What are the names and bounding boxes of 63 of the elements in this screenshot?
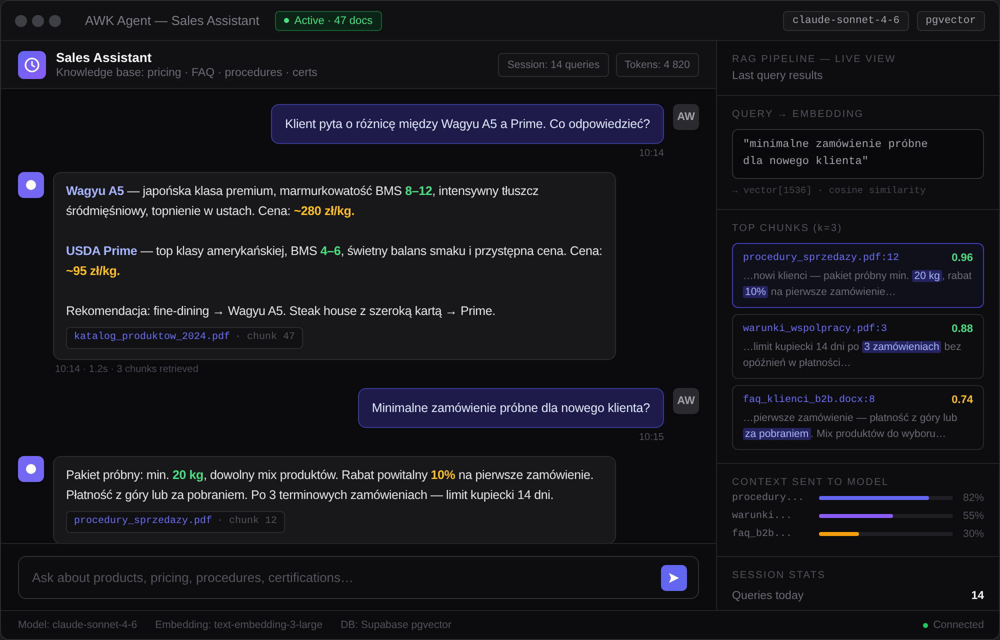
context-percent: 30% xyxy=(962,528,984,540)
assistant-avatar-icon xyxy=(18,456,44,482)
clock-icon xyxy=(18,50,46,78)
send-icon xyxy=(668,572,680,584)
context-percent: 82% xyxy=(962,492,984,504)
chunk-snippet: …nowi klienci — pakiet próbny min. 20 kg , rabat 10% na pierwsze zamówienie… xyxy=(743,269,973,300)
section-heading: SESSION STATS xyxy=(732,569,827,582)
stat-value: 14 xyxy=(971,590,984,602)
session-stat: Session: 14 queries xyxy=(498,52,609,76)
chunk-snippet: …pierwsze zamówienie — płatność z góry lub za pobraniem . Mix produktów do wyboru… xyxy=(743,411,958,442)
message-text: Wagyu A5 — japońska klasa premium, marmurkowatość BMS 8–12, intensywny tłuszcz śródmięśniowy, topnienie w ustach. Cena: ~280 zł/kg. xyxy=(66,183,540,220)
status-label: Active · 47 docs xyxy=(294,14,373,26)
embedding-info: → vector[1536] · cosine similarity xyxy=(732,185,927,196)
chunk-card[interactable]: warunki_wspolpracy.pdf:3 0.88 …limit kupiecki 14 dni po 3 zamówieniach bez opóźnień w płatności… xyxy=(732,314,984,379)
user-avatar: AW xyxy=(673,388,699,414)
connection-status: Connected xyxy=(933,619,984,631)
header-tag: claude-sonnet-4-6 xyxy=(783,10,909,30)
assistant-avatar-icon xyxy=(18,172,44,198)
status-dot-icon xyxy=(284,18,290,23)
chat-title: Sales Assistant xyxy=(56,50,153,65)
window-control-icon[interactable] xyxy=(15,14,27,26)
section-heading: QUERY → EMBEDDING xyxy=(732,108,865,121)
context-label: faq_b2b... xyxy=(732,528,794,540)
window-control-icon[interactable] xyxy=(32,14,44,26)
chunk-source: warunki_wspolpracy.pdf:3 xyxy=(743,324,888,334)
chunk-source: procedury_sprzedazy.pdf:12 xyxy=(743,252,900,264)
chat-subtitle: Knowledge base: pricing · FAQ · procedures · certs xyxy=(56,67,318,79)
source-chip[interactable]: procedury_sprzedazy.pdf · chunk 12 xyxy=(66,511,286,533)
section-heading: CONTEXT SENT TO MODEL xyxy=(732,476,890,489)
query-text: "minimalne zamówienie próbne dla nowego klienta" xyxy=(732,129,984,179)
context-percent: 55% xyxy=(962,510,984,522)
similarity-score: 0.96 xyxy=(952,252,973,264)
window-title: AWK Agent — Sales Assistant xyxy=(85,13,260,28)
session-stat: Tokens: 4 820 xyxy=(616,52,699,76)
source-chip[interactable]: katalog_produktow_2024.pdf · chunk 47 xyxy=(66,327,304,349)
message-text: USDA Prime — top klasy amerykańskiej, BMS 4–6, świetny balans smaku i przystępna cena. Cena: ~95 zł/kg. xyxy=(66,243,603,280)
similarity-score: 0.74 xyxy=(952,394,973,406)
user-message: Klient pyta o różnicę między Wagyu A5 a Prime. Co odpowiedzieć? xyxy=(271,104,664,144)
chunk-source: faq_klienci_b2b.docx:8 xyxy=(743,394,876,406)
user-avatar: AW xyxy=(673,104,699,130)
similarity-score: 0.88 xyxy=(952,323,973,335)
send-button[interactable] xyxy=(661,565,687,591)
context-label: procedury... xyxy=(732,492,806,504)
user-message: Minimalne zamówienie próbne dla nowego klienta? xyxy=(358,388,664,428)
message-time: 10:15 xyxy=(638,432,664,444)
status-item: Model: claude-sonnet-4-6 xyxy=(18,619,138,631)
section-heading: RAG PIPELINE — LIVE VIEW xyxy=(732,53,897,66)
section-heading: TOP CHUNKS (k=3) xyxy=(732,222,844,235)
chunk-card[interactable]: procedury_sprzedazy.pdf:12 0.96 …nowi klienci — pakiet próbny min. 20 kg , rabat 10% na pierwsze zamówienie… xyxy=(732,243,984,308)
message-meta: 10:14 · 1.2s · 3 chunks retrieved xyxy=(54,364,200,376)
chat-input-field[interactable]: Ask about products, pricing, procedures, certifications… xyxy=(18,556,699,599)
header-tag: pgvector xyxy=(916,10,985,30)
status-item: DB: Supabase pgvector xyxy=(340,619,452,631)
message-text: Rekomendacja: fine-dining → Wagyu A5. Steak house z szeroką kartą → Prime. xyxy=(66,303,496,320)
section-subtitle: Last query results xyxy=(732,70,824,82)
message-time: 10:14 xyxy=(638,148,664,160)
chunk-snippet: …limit kupiecki 14 dni po 3 zamówieniach bez opóźnień w płatności… xyxy=(743,340,962,371)
window-control-icon[interactable] xyxy=(49,14,61,26)
stat-label: Queries today xyxy=(732,590,804,602)
context-label: warunki... xyxy=(732,510,794,522)
status-item: Embedding: text-embedding-3-large xyxy=(155,619,323,631)
chunk-card[interactable]: faq_klienci_b2b.docx:8 0.74 …pierwsze zamówienie — płatność z góry lub za pobraniem . Mix produktów do wyboru… xyxy=(732,385,984,450)
message-text: Pakiet próbny: min. 20 kg, dowolny mix produktów. Rabat powitalny 10% na pierwsze zamówienie. Płatność z góry lub za pobraniem. Po 3 terminowych zamówieniach — limit kupiecki 14 dni. xyxy=(66,467,595,504)
